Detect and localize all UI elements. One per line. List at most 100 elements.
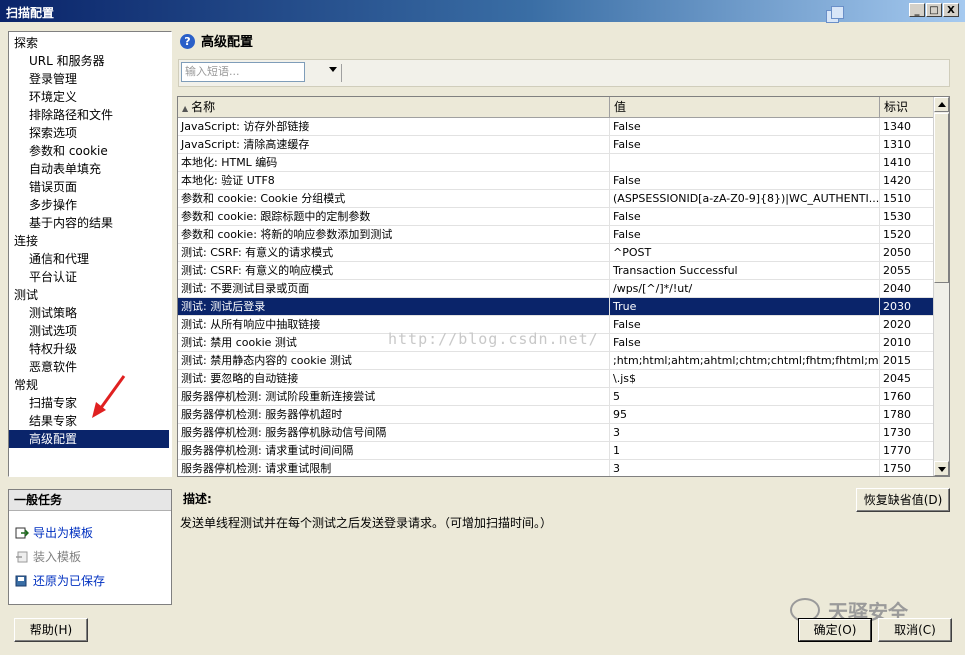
table-row[interactable]: 本地化: HTML 编码 1410: [178, 154, 935, 172]
filter-toolbar: 输入短语...: [178, 59, 950, 87]
cell-name: 服务器停机检测: 测试阶段重新连接尝试: [178, 388, 610, 405]
restore-defaults-button[interactable]: 恢复缺省值(D): [856, 488, 950, 512]
nav-category[interactable]: 连接: [14, 232, 38, 250]
cell-id: 2020: [880, 316, 935, 333]
cell-id: 1770: [880, 442, 935, 459]
chevron-down-icon[interactable]: [329, 67, 337, 72]
table-row[interactable]: 参数和 cookie: 将新的响应参数添加到测试 False 1520: [178, 226, 935, 244]
revert-saved-task[interactable]: 还原为已保存: [15, 572, 105, 590]
settings-table: ▲ 名称 值 标识 JavaScript: 访存外部链接 False 1340 Java…: [177, 96, 950, 477]
ok-button[interactable]: 确定(O): [798, 618, 872, 642]
cell-value: /wps/[^/]*/!ut/: [610, 280, 880, 297]
nav-item[interactable]: 恶意软件: [29, 358, 77, 376]
nav-item[interactable]: 通信和代理: [29, 250, 89, 268]
nav-item[interactable]: 结果专家: [29, 412, 77, 430]
table-row[interactable]: 参数和 cookie: Cookie 分组模式 (ASPSESSIONID[a-z…: [178, 190, 935, 208]
cell-id: 1340: [880, 118, 935, 135]
table-row[interactable]: 测试: 测试后登录 True 2030: [178, 298, 935, 316]
table-row[interactable]: JavaScript: 访存外部链接 False 1340: [178, 118, 935, 136]
nav-item[interactable]: 基于内容的结果: [29, 214, 113, 232]
table-row[interactable]: 测试: 要忽略的自动链接 \.js$ 2045: [178, 370, 935, 388]
nav-item[interactable]: 扫描专家: [29, 394, 77, 412]
cell-name: JavaScript: 清除高速缓存: [178, 136, 610, 153]
table-row[interactable]: 服务器停机检测: 服务器停机超时 95 1780: [178, 406, 935, 424]
help-button[interactable]: 帮助(H): [14, 618, 88, 642]
nav-item[interactable]: 登录管理: [29, 70, 77, 88]
cell-value: False: [610, 226, 880, 243]
cell-name: 测试: 测试后登录: [178, 298, 610, 315]
column-header-name[interactable]: ▲ 名称: [178, 97, 610, 117]
cell-id: 1760: [880, 388, 935, 405]
cell-id: 2015: [880, 352, 935, 369]
minimize-button[interactable]: _: [909, 3, 925, 17]
scroll-thumb[interactable]: [934, 113, 949, 283]
cell-value: False: [610, 316, 880, 333]
description-label: 描述:: [183, 492, 212, 506]
revert-icon: [15, 574, 29, 587]
cell-name: 测试: 要忽略的自动链接: [178, 370, 610, 387]
cancel-button[interactable]: 取消(C): [878, 618, 952, 642]
cell-name: 测试: 不要测试目录或页面: [178, 280, 610, 297]
cell-id: 2045: [880, 370, 935, 387]
scroll-up-button[interactable]: [934, 97, 949, 112]
search-input[interactable]: 输入短语...: [181, 62, 305, 82]
table-row[interactable]: 测试: CSRF: 有意义的响应模式 Transaction Successful…: [178, 262, 935, 280]
table-row[interactable]: 服务器停机检测: 服务器停机脉动信号间隔 3 1730: [178, 424, 935, 442]
export-icon: [15, 526, 30, 539]
page-title: ? 高级配置: [180, 32, 253, 54]
cell-id: 2050: [880, 244, 935, 261]
nav-item[interactable]: 测试选项: [29, 322, 77, 340]
table-row[interactable]: 测试: 从所有响应中抽取链接 False 2020: [178, 316, 935, 334]
cell-value: 95: [610, 406, 880, 423]
nav-item[interactable]: 环境定义: [29, 88, 77, 106]
nav-item[interactable]: 测试策略: [29, 304, 77, 322]
table-row[interactable]: 测试: 不要测试目录或页面/wps/[^/]*/!ut/2040: [178, 280, 935, 298]
scroll-down-button[interactable]: [934, 461, 949, 476]
nav-item[interactable]: 参数和 cookie: [29, 142, 108, 160]
nav-item[interactable]: 自动表单填充: [29, 160, 101, 178]
table-row[interactable]: 服务器停机检测: 请求重试限制 3 1750: [178, 460, 935, 476]
nav-item[interactable]: 多步操作: [29, 196, 77, 214]
table-row[interactable]: 本地化: 验证 UTF8 False 1420: [178, 172, 935, 190]
cell-name: 本地化: 验证 UTF8: [178, 172, 610, 189]
cell-id: 1420: [880, 172, 935, 189]
export-template-task[interactable]: 导出为模板: [15, 524, 93, 542]
cell-value: False: [610, 136, 880, 153]
nav-category[interactable]: 探索: [14, 34, 38, 52]
table-row[interactable]: JavaScript: 清除高速缓存 False 1310: [178, 136, 935, 154]
nav-item[interactable]: 特权升级: [29, 340, 77, 358]
cell-value: ^POST: [610, 244, 880, 261]
cell-name: 参数和 cookie: Cookie 分组模式: [178, 190, 610, 207]
cell-id: 1780: [880, 406, 935, 423]
nav-item[interactable]: 高级配置: [9, 430, 169, 448]
cell-value: [610, 154, 880, 171]
cell-value: True: [610, 298, 880, 315]
table-row[interactable]: 测试: CSRF: 有意义的请求模式 ^POST 2050: [178, 244, 935, 262]
cell-value: (ASPSESSIONID[a-zA-Z0-9]{8})|WC_AUTHENTI…: [610, 190, 880, 207]
load-template-task[interactable]: 装入模板: [15, 548, 81, 566]
table-row[interactable]: 服务器停机检测: 测试阶段重新连接尝试 5 1760: [178, 388, 935, 406]
nav-item[interactable]: 排除路径和文件: [29, 106, 113, 124]
table-row[interactable]: 测试: 禁用静态内容的 cookie 测试 ;htm;html;ahtm;ahtm…: [178, 352, 935, 370]
table-row[interactable]: 参数和 cookie: 跟踪标题中的定制参数 False 1530: [178, 208, 935, 226]
column-header-value[interactable]: 值: [610, 97, 880, 117]
sort-ascending-icon: ▲: [182, 104, 189, 113]
nav-item[interactable]: URL 和服务器: [29, 52, 105, 70]
nav-item[interactable]: 探索选项: [29, 124, 77, 142]
cell-id: 1510: [880, 190, 935, 207]
nav-category[interactable]: 测试: [14, 286, 38, 304]
nav-category[interactable]: 常规: [14, 376, 38, 394]
vertical-scrollbar[interactable]: [933, 97, 949, 476]
nav-item[interactable]: 错误页面: [29, 178, 77, 196]
close-button[interactable]: X: [943, 3, 959, 17]
table-row[interactable]: 服务器停机检测: 请求重试时间间隔 1 1770: [178, 442, 935, 460]
column-header-id[interactable]: 标识: [880, 97, 935, 117]
maximize-button[interactable]: □: [926, 3, 942, 17]
cell-name: 测试: CSRF: 有意义的请求模式: [178, 244, 610, 261]
nav-item[interactable]: 平台认证: [29, 268, 77, 286]
cell-value: 5: [610, 388, 880, 405]
cell-id: 1310: [880, 136, 935, 153]
page-title-text: 高级配置: [201, 35, 254, 50]
table-row[interactable]: 测试: 禁用 cookie 测试 False 2010: [178, 334, 935, 352]
cell-name: 测试: 禁用静态内容的 cookie 测试: [178, 352, 610, 369]
